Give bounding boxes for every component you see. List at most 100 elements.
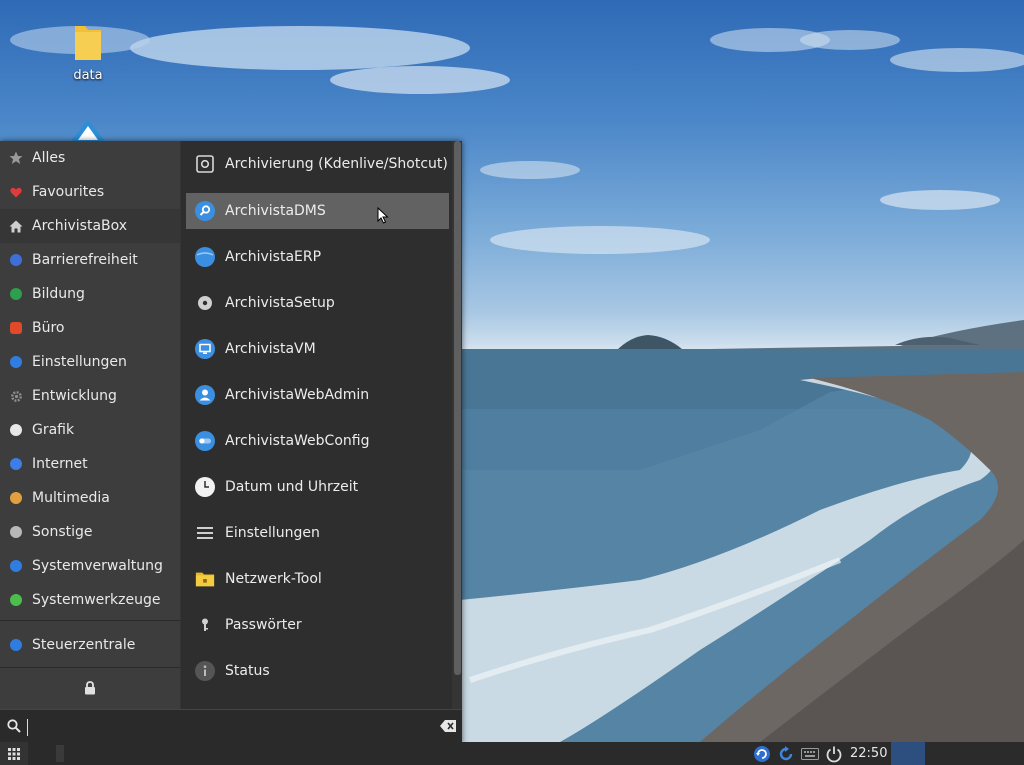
- category-sonstige[interactable]: Sonstige: [0, 515, 180, 549]
- tray-refresh[interactable]: [776, 744, 796, 763]
- category-label: Einstellungen: [32, 354, 127, 370]
- category-steuerzentrale[interactable]: Steuerzentrale: [0, 628, 180, 662]
- app-grid-icon: [8, 747, 20, 760]
- app-label: Netzwerk-Tool: [225, 571, 322, 587]
- app-einstellungen[interactable]: Einstellungen: [186, 515, 449, 551]
- app-label: ArchivistaWebAdmin: [225, 387, 370, 403]
- taskbar-separator: [56, 745, 64, 762]
- app-label: ArchivistaERP: [225, 249, 322, 265]
- category-label: Sonstige: [32, 524, 93, 540]
- app-label: Einstellungen: [225, 525, 320, 541]
- category-barrierefreiheit[interactable]: Barrierefreiheit: [0, 243, 180, 277]
- network-folder-icon: [195, 569, 215, 589]
- app-archivistasetup[interactable]: ArchivistaSetup: [186, 285, 449, 321]
- category-label: Alles: [32, 150, 66, 166]
- app-archivistaerp[interactable]: ArchivistaERP: [186, 239, 449, 275]
- app-archivistavm[interactable]: ArchivistaVM: [186, 331, 449, 367]
- user-icon: [195, 385, 215, 405]
- scrollbar-thumb[interactable]: [454, 141, 461, 675]
- erp-icon: [195, 247, 215, 267]
- app-menu-button[interactable]: [0, 742, 28, 765]
- app-archivistawebconfig[interactable]: ArchivistaWebConfig: [186, 423, 449, 459]
- lock-icon: [85, 681, 95, 695]
- education-icon: [9, 287, 23, 301]
- category-label: Büro: [32, 320, 65, 336]
- star-icon: [9, 151, 23, 165]
- category-label: Barrierefreiheit: [32, 252, 138, 268]
- sidebar-divider: [0, 620, 180, 621]
- internet-icon: [9, 457, 23, 471]
- category-favourites[interactable]: Favourites: [0, 175, 180, 209]
- category-label: Entwicklung: [32, 388, 117, 404]
- app-netzwerk-tool[interactable]: Netzwerk-Tool: [186, 561, 449, 597]
- category-multimedia[interactable]: Multimedia: [0, 481, 180, 515]
- home-icon: [9, 219, 23, 233]
- info-icon: [195, 661, 215, 681]
- app-label: Datum und Uhrzeit: [225, 479, 359, 495]
- taskbar: 22:50: [0, 742, 1024, 765]
- app-passwoerter[interactable]: Passwörter: [186, 607, 449, 643]
- category-einstellungen[interactable]: Einstellungen: [0, 345, 180, 379]
- category-bildung[interactable]: Bildung: [0, 277, 180, 311]
- other-icon: [9, 525, 23, 539]
- app-status[interactable]: Status: [186, 653, 449, 689]
- setup-disc-icon: [195, 293, 215, 313]
- search-input[interactable]: [27, 716, 427, 738]
- category-sidebar: Alles Favourites ArchivistaBox Barrieref…: [0, 141, 180, 709]
- app-archivistawebadmin[interactable]: ArchivistaWebAdmin: [186, 377, 449, 413]
- search-icon: [7, 719, 21, 733]
- lock-screen-button[interactable]: [0, 668, 180, 708]
- system-admin-icon: [9, 559, 23, 573]
- app-label: ArchivistaDMS: [225, 203, 326, 219]
- category-systemverwaltung[interactable]: Systemverwaltung: [0, 549, 180, 583]
- category-grafik[interactable]: Grafik: [0, 413, 180, 447]
- category-buero[interactable]: Büro: [0, 311, 180, 345]
- app-list-scrollbar[interactable]: [453, 141, 462, 709]
- app-archivierung[interactable]: Archivierung (Kdenlive/Shotcut): [186, 146, 449, 182]
- clock[interactable]: 22:50: [850, 742, 887, 765]
- workspace-indicator[interactable]: [891, 742, 925, 765]
- tray-update[interactable]: [752, 744, 772, 763]
- keyboard-icon: [801, 747, 819, 760]
- app-label: Passwörter: [225, 617, 302, 633]
- archivista-app-icon: [70, 120, 106, 142]
- update-icon: [754, 745, 770, 762]
- graphics-icon: [9, 423, 23, 437]
- application-list: Archivierung (Kdenlive/Shotcut) Archivis…: [181, 141, 452, 709]
- app-datum-und-uhrzeit[interactable]: Datum und Uhrzeit: [186, 469, 449, 505]
- monitor-icon: [195, 339, 215, 359]
- desktop-folder-data[interactable]: data: [58, 22, 118, 83]
- mouse-pointer-icon: [377, 207, 389, 224]
- app-label: ArchivistaWebConfig: [225, 433, 370, 449]
- clock-icon: [195, 477, 215, 497]
- settings-icon: [9, 355, 23, 369]
- toggle-icon: [195, 431, 215, 451]
- menu-search-bar: [0, 709, 462, 746]
- category-label: Grafik: [32, 422, 75, 438]
- category-alles[interactable]: Alles: [0, 141, 180, 175]
- category-entwicklung[interactable]: Entwicklung: [0, 379, 180, 413]
- tray-keyboard[interactable]: [800, 744, 820, 763]
- category-internet[interactable]: Internet: [0, 447, 180, 481]
- tray-power[interactable]: [824, 744, 844, 763]
- desktop-folder-label: data: [73, 68, 103, 83]
- category-label: ArchivistaBox: [32, 218, 128, 234]
- list-icon: [195, 523, 215, 543]
- start-menu: Alles Favourites ArchivistaBox Barrieref…: [0, 141, 462, 746]
- category-archivistabox[interactable]: ArchivistaBox: [0, 209, 180, 243]
- category-label: Multimedia: [32, 490, 110, 506]
- power-icon: [826, 746, 842, 762]
- accessibility-icon: [9, 253, 23, 267]
- category-label: Bildung: [32, 286, 85, 302]
- refresh-icon: [779, 745, 793, 760]
- category-label: Systemverwaltung: [32, 558, 163, 574]
- control-center-icon: [9, 638, 23, 652]
- clear-search-icon[interactable]: [440, 720, 456, 732]
- category-label: Steuerzentrale: [32, 637, 136, 653]
- gear-icon: [9, 389, 23, 403]
- folder-icon: [75, 26, 101, 60]
- app-archivistadms[interactable]: ArchivistaDMS: [186, 193, 449, 229]
- category-systemwerkzeuge[interactable]: Systemwerkzeuge: [0, 583, 180, 617]
- office-icon: [9, 321, 23, 335]
- taskbar-end-area: [925, 742, 1024, 765]
